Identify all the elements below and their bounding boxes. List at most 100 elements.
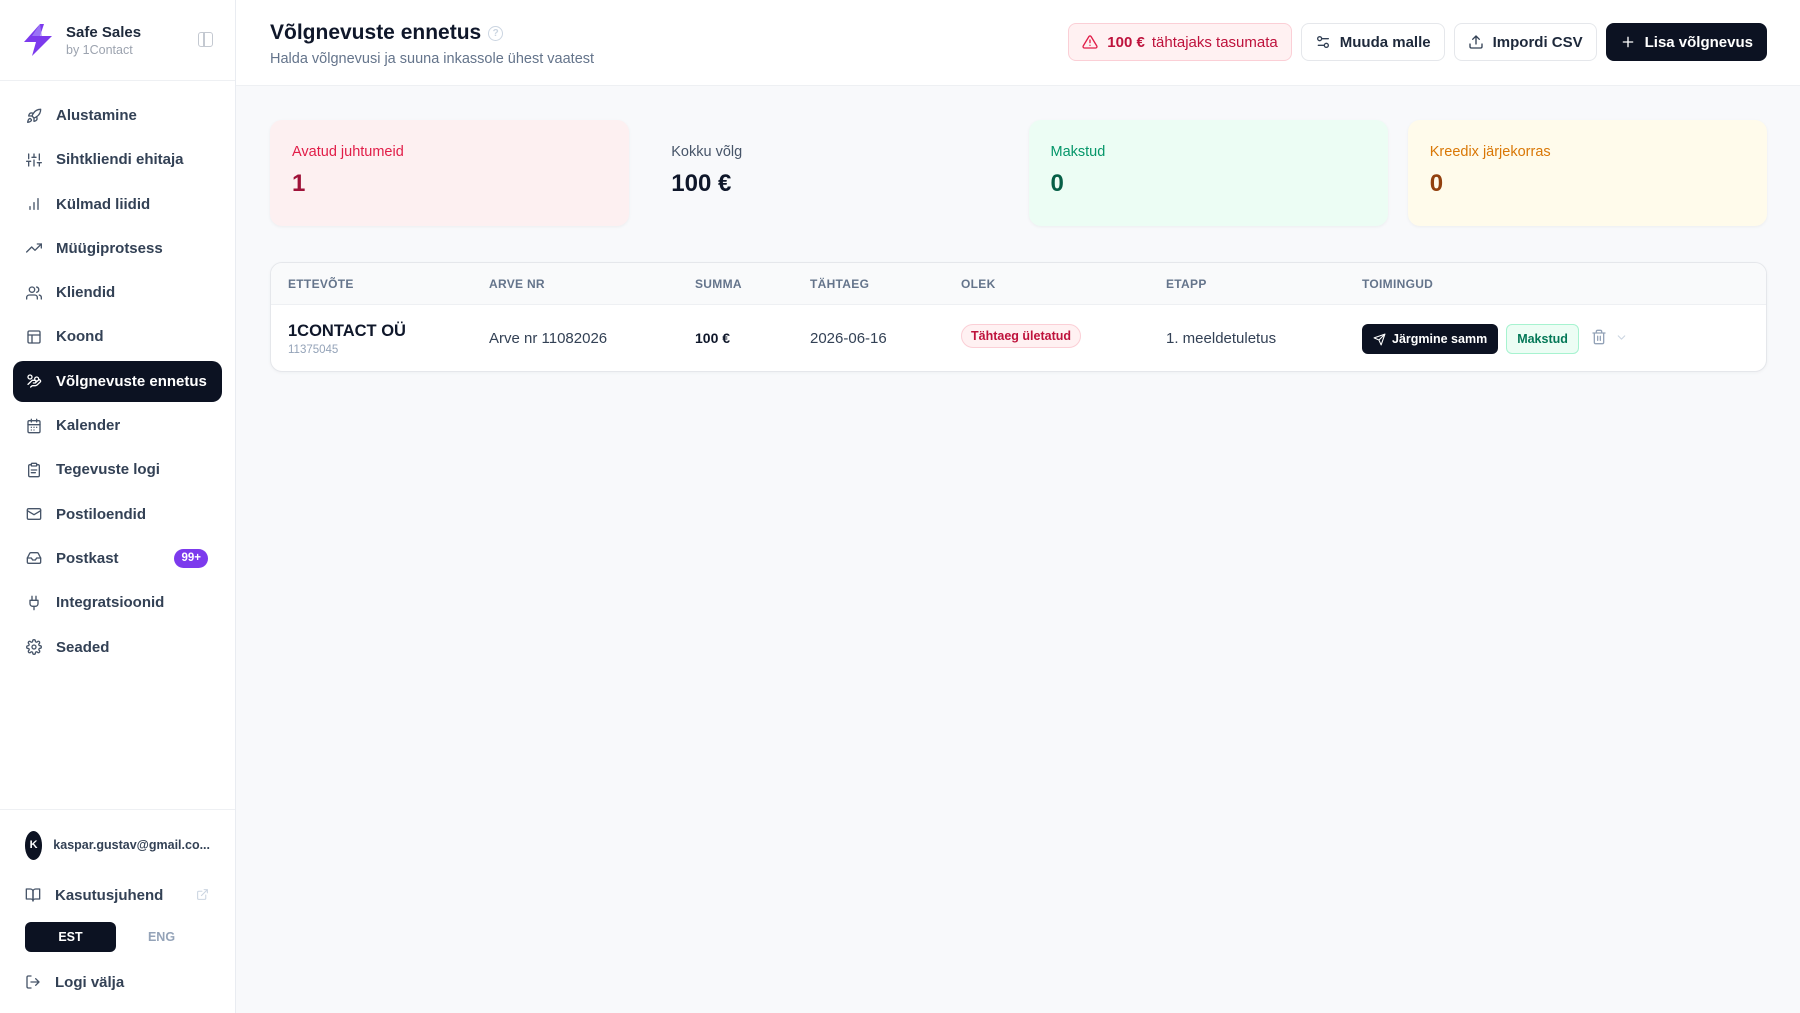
plug-icon <box>26 595 42 611</box>
avatar: K <box>25 830 43 860</box>
sidebar-item-label: Postkast <box>56 549 119 567</box>
invoice-number: Arve nr 11082026 <box>489 330 608 347</box>
sidebar: Safe Sales by 1Contact Alustamine Sihtkl… <box>0 0 236 1013</box>
column-header-stage[interactable]: ETAPP <box>1166 277 1207 291</box>
settings-sliders-icon <box>1316 36 1329 48</box>
sidebar-item-integratsioonid[interactable]: Integratsioonid <box>13 582 222 623</box>
sidebar-item-label: Koond <box>56 328 104 346</box>
column-header-amount[interactable]: SUMMA <box>695 277 742 291</box>
brand[interactable]: Safe Sales by 1Contact <box>0 0 235 81</box>
sidebar-item-label: Kalender <box>56 417 121 435</box>
next-step-label: Järgmine samm <box>1392 332 1488 346</box>
page-subtitle: Halda võlgnevusi ja suuna inkassole ühes… <box>270 51 595 67</box>
table-row[interactable]: 1CONTACT OÜ 11375045 Arve nr 11082026 10… <box>271 305 1766 371</box>
edit-templates-label: Muuda malle <box>1339 33 1431 51</box>
sidebar-item-volgnevuste-ennetus[interactable]: Võlgnevuste ennetus <box>13 360 222 402</box>
next-step-button[interactable]: Järgmine samm <box>1362 324 1499 354</box>
main-nav: Alustamine Sihtkliendi ehitaja Külmad li… <box>0 81 235 668</box>
help-icon[interactable]: ? <box>488 25 504 41</box>
column-header-due-date[interactable]: TÄHTAEG <box>810 277 869 291</box>
stat-label: Makstud <box>1050 144 1106 160</box>
alert-triangle-icon <box>1082 35 1098 49</box>
stat-value: 1 <box>292 170 306 197</box>
sidebar-item-koond[interactable]: Koond <box>13 316 222 357</box>
overdue-text: tähtajaks tasumata <box>1151 33 1278 51</box>
page-title-text: Võlgnevuste ennetus <box>270 21 482 44</box>
overdue-alert-button[interactable]: 100 € tähtajaks tasumata <box>1068 23 1292 61</box>
book-open-icon <box>25 887 41 903</box>
sidebar-item-label: Postiloendid <box>56 505 146 523</box>
edit-templates-button[interactable]: Muuda malle <box>1300 23 1445 61</box>
external-link-icon <box>196 888 209 905</box>
column-header-invoice[interactable]: ARVE NR <box>489 277 545 291</box>
lang-eng-button[interactable]: ENG <box>116 922 207 952</box>
page-title: Võlgnevuste ennetus ? <box>270 21 504 45</box>
table-icon <box>26 329 42 345</box>
sidebar-item-sihtkliendi-ehitaja[interactable]: Sihtkliendi ehitaja <box>13 139 222 180</box>
sidebar-item-tegevuste-logi[interactable]: Tegevuste logi <box>13 449 222 490</box>
stat-label: Kreedix järjekorras <box>1429 144 1551 160</box>
user-email: kaspar.gustav@gmail.co... <box>53 838 210 852</box>
sidebar-item-label: Alustamine <box>56 107 137 124</box>
sidebar-item-label: Müügiprotsess <box>56 239 163 257</box>
language-switcher: EST ENG <box>0 922 235 952</box>
trending-up-icon <box>26 240 42 256</box>
sidebar-item-label: Kliendid <box>56 284 116 302</box>
stat-total-debt: Kokku võlg 100 € <box>649 120 1008 226</box>
mail-icon <box>26 506 42 522</box>
status-cell: Tähtaeg ületatud <box>961 324 1082 348</box>
import-csv-button[interactable]: Impordi CSV <box>1453 23 1597 61</box>
stat-open-cases: Avatud juhtumeid 1 <box>270 120 630 226</box>
sidebar-item-seaded[interactable]: Seaded <box>13 627 222 668</box>
rocket-icon <box>26 108 42 124</box>
gear-icon <box>26 639 42 655</box>
amount: 100 € <box>695 330 731 346</box>
page-header: Võlgnevuste ennetus ? Halda võlgnevusi j… <box>236 0 1800 86</box>
stat-paid: Makstud 0 <box>1028 120 1388 226</box>
sidebar-item-muugiprotsess[interactable]: Müügiprotsess <box>13 228 222 269</box>
user-guide-label: Kasutusjuhend <box>55 886 164 904</box>
trash-icon[interactable] <box>1591 329 1607 349</box>
import-csv-label: Impordi CSV <box>1492 33 1583 51</box>
sidebar-item-label: Külmad liidid <box>56 195 151 213</box>
log-out-icon <box>25 974 41 990</box>
column-header-status[interactable]: OLEK <box>961 277 996 291</box>
sidebar-item-kulmad-liidid[interactable]: Külmad liidid <box>13 184 222 225</box>
brand-name: Safe Sales <box>66 23 142 41</box>
sidebar-item-alustamine[interactable]: Alustamine <box>13 95 222 136</box>
users-icon <box>26 285 42 301</box>
user-guide-link[interactable]: Kasutusjuhend <box>0 880 235 910</box>
mark-paid-button[interactable]: Makstud <box>1506 324 1579 354</box>
inbox-icon <box>26 550 42 566</box>
unread-count-badge: 99+ <box>174 548 208 568</box>
stat-label: Avatud juhtumeid <box>292 144 404 160</box>
sidebar-collapse-icon[interactable] <box>198 32 213 47</box>
chevron-down-icon[interactable] <box>1615 331 1628 348</box>
column-header-actions: TOIMINGUD <box>1362 277 1434 291</box>
sliders-icon <box>26 152 42 168</box>
logout-button[interactable]: Logi välja <box>0 967 235 997</box>
column-header-company[interactable]: ETTEVÕTE <box>288 277 354 291</box>
sidebar-item-label: Võlgnevuste ennetus <box>56 372 207 390</box>
stat-label: Kokku võlg <box>671 144 743 160</box>
due-date: 2026-06-16 <box>810 330 887 347</box>
add-debt-button[interactable]: Lisa võlgnevus <box>1605 23 1767 61</box>
stat-kreedix-queue: Kreedix järjekorras 0 <box>1407 120 1767 226</box>
add-debt-label: Lisa võlgnevus <box>1644 33 1753 51</box>
user-profile[interactable]: K kaspar.gustav@gmail.co... <box>0 810 235 880</box>
sidebar-item-postkast[interactable]: Postkast 99+ <box>13 538 222 579</box>
sidebar-item-postiloendid[interactable]: Postiloendid <box>13 494 222 535</box>
logout-label: Logi välja <box>55 973 125 991</box>
stage: 1. meeldetuletus <box>1166 330 1277 347</box>
table-header: ETTEVÕTE ARVE NR SUMMA TÄHTAEG OLEK ETAP… <box>271 263 1766 305</box>
bar-chart-icon <box>26 196 42 212</box>
sidebar-item-kliendid[interactable]: Kliendid <box>13 272 222 313</box>
stat-value: 100 € <box>671 170 732 197</box>
sidebar-item-label: Integratsioonid <box>56 594 165 612</box>
brand-sub: by 1Contact <box>66 42 133 57</box>
sidebar-item-kalender[interactable]: Kalender <box>13 405 222 446</box>
lang-est-button[interactable]: EST <box>25 922 116 952</box>
company-cell: 1CONTACT OÜ 11375045 <box>288 322 406 356</box>
upload-icon <box>1468 35 1483 49</box>
plus-icon <box>1622 36 1633 48</box>
